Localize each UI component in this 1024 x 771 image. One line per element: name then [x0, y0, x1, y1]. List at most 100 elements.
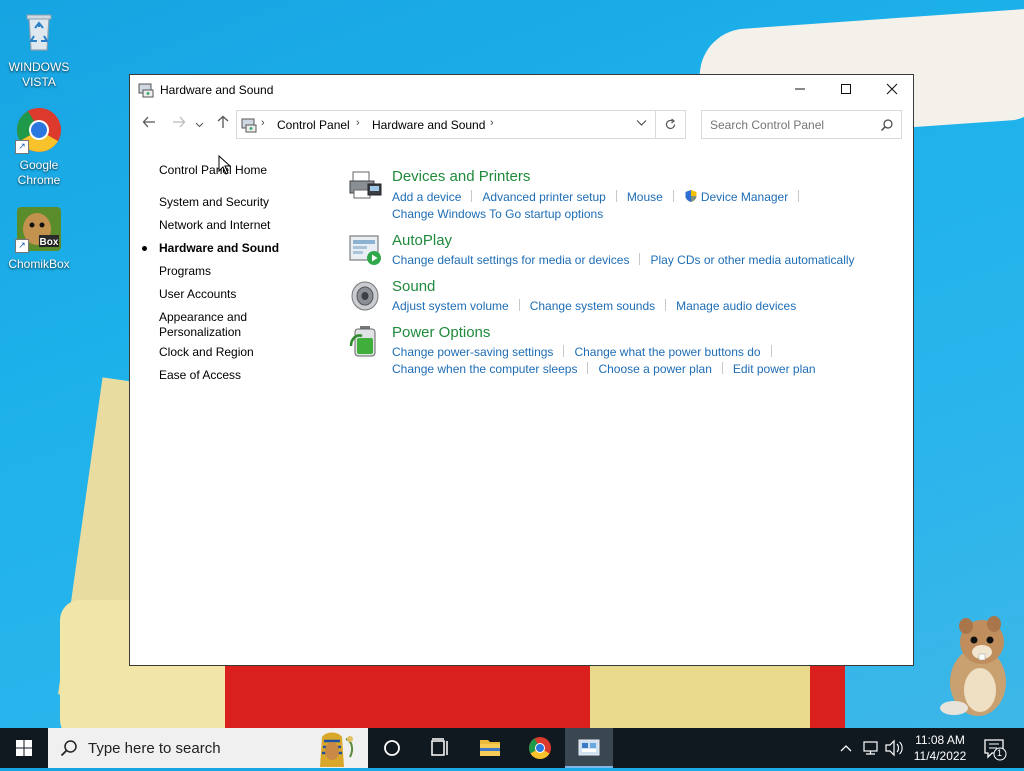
nav-item-appearance-and-personalization[interactable]: Appearance and Personalization — [159, 310, 247, 340]
navigation-bar: › Control Panel › Hardware and Sound › — [130, 109, 913, 141]
clock-date: 11/4/2022 — [913, 749, 967, 763]
chrome-taskbar-button[interactable] — [516, 728, 564, 768]
desktop-icon-label: VISTA — [22, 75, 56, 89]
cortana-icon — [384, 740, 400, 756]
hamster-mascot-image — [940, 616, 1006, 716]
desktop-icon-label: ChomikBox — [8, 257, 70, 271]
forward-arrow-icon — [173, 116, 186, 128]
folder-icon — [480, 740, 500, 756]
current-page-bullet — [142, 246, 147, 251]
choose-power-plan-link[interactable]: Choose a power plan — [598, 362, 711, 376]
minimize-icon — [795, 88, 805, 90]
mouse-link[interactable]: Mouse — [627, 190, 663, 204]
device-manager-link[interactable]: Device Manager — [701, 190, 788, 204]
search-input[interactable] — [702, 111, 880, 138]
link-separator — [665, 299, 667, 311]
up-arrow-icon — [217, 115, 229, 128]
control-panel-taskbar-button[interactable] — [565, 728, 613, 768]
nav-item-system-and-security[interactable]: System and Security — [159, 195, 269, 210]
link-separator — [518, 299, 520, 311]
chevron-down-icon — [195, 122, 203, 128]
chevron-right-icon[interactable]: › — [356, 117, 360, 129]
nav-item-hardware-and-sound[interactable]: Hardware and Sound — [142, 241, 279, 256]
refresh-button[interactable] — [655, 110, 686, 139]
chevron-right-icon[interactable]: › — [261, 117, 265, 129]
window-title: Hardware and Sound — [160, 83, 274, 97]
change-default-media-settings-link[interactable]: Change default settings for media or dev… — [392, 253, 629, 267]
recycle-bin-icon — [15, 8, 63, 56]
nav-item-label: Personalization — [159, 325, 242, 339]
taskbar-search-box[interactable]: Type here to search — [48, 728, 368, 768]
chrome-icon: ↗ — [15, 106, 63, 154]
recent-locations-button[interactable] — [192, 115, 206, 135]
windows-to-go-link[interactable]: Change Windows To Go startup options — [392, 207, 603, 221]
system-clock[interactable]: 11:08 AM 11/4/2022 — [905, 732, 975, 764]
category-title[interactable]: Devices and Printers — [392, 168, 530, 185]
chrome-icon — [529, 737, 551, 759]
link-separator — [639, 253, 641, 265]
play-cds-automatically-link[interactable]: Play CDs or other media automatically — [650, 253, 854, 267]
link-separator — [770, 345, 772, 357]
link-row: Change default settings for media or dev… — [392, 253, 855, 267]
minimize-button[interactable] — [777, 75, 823, 105]
clock-time: 11:08 AM — [915, 733, 965, 747]
nav-item-clock-and-region[interactable]: Clock and Region — [159, 345, 254, 360]
desktop-icon-google-chrome[interactable]: ↗ Google Chrome — [1, 106, 77, 188]
manage-audio-devices-link[interactable]: Manage audio devices — [676, 299, 796, 313]
volume-tray-button[interactable] — [884, 728, 904, 768]
close-icon — [886, 83, 898, 95]
search-icon[interactable] — [880, 118, 894, 132]
action-center-button[interactable]: 1 — [980, 728, 1010, 768]
nav-item-programs[interactable]: Programs — [159, 264, 211, 279]
windows-logo-icon — [16, 740, 32, 756]
nav-item-network-and-internet[interactable]: Network and Internet — [159, 218, 270, 233]
link-separator — [798, 190, 800, 202]
notification-icon — [984, 739, 1007, 761]
category-title[interactable]: Power Options — [392, 324, 490, 341]
back-arrow-icon — [142, 116, 155, 128]
close-button[interactable] — [869, 75, 915, 105]
breadcrumb-control-panel[interactable]: Control Panel — [277, 118, 350, 132]
link-separator — [615, 190, 617, 202]
search-highlight-image — [320, 732, 354, 767]
start-button[interactable] — [0, 728, 48, 768]
change-power-buttons-link[interactable]: Change what the power buttons do — [574, 345, 760, 359]
show-hidden-icons-button[interactable] — [838, 728, 854, 768]
search-control-panel-box[interactable] — [701, 110, 902, 139]
desktop-icon-recycle-bin[interactable]: WINDOWS VISTA — [1, 8, 77, 90]
title-bar[interactable]: Hardware and Sound — [130, 75, 913, 105]
task-view-button[interactable] — [416, 728, 464, 768]
control-panel-window: Hardware and Sound › Control Panel › Har… — [129, 74, 914, 666]
up-button[interactable] — [212, 115, 234, 135]
advanced-printer-setup-link[interactable]: Advanced printer setup — [482, 190, 605, 204]
maximize-button[interactable] — [823, 75, 869, 105]
add-a-device-link[interactable]: Add a device — [392, 190, 461, 204]
change-system-sounds-link[interactable]: Change system sounds — [530, 299, 655, 313]
chomikbox-icon: Box ↗ — [15, 205, 63, 253]
desktop-icon-chomikbox[interactable]: Box ↗ ChomikBox — [1, 205, 77, 272]
breadcrumb-hardware-and-sound[interactable]: Hardware and Sound — [372, 118, 485, 132]
change-power-saving-settings-link[interactable]: Change power-saving settings — [392, 345, 553, 359]
control-panel-home-link[interactable]: Control Panel Home — [159, 163, 267, 177]
adjust-system-volume-link[interactable]: Adjust system volume — [392, 299, 509, 313]
category-title[interactable]: Sound — [392, 278, 435, 295]
nav-item-ease-of-access[interactable]: Ease of Access — [159, 368, 241, 383]
file-explorer-taskbar-button[interactable] — [466, 728, 514, 768]
maximize-icon — [841, 84, 851, 94]
link-separator — [471, 190, 473, 202]
address-bar[interactable]: › Control Panel › Hardware and Sound › — [236, 110, 656, 139]
address-dropdown-button[interactable] — [636, 117, 647, 131]
link-row: Change when the computer sleeps Choose a … — [392, 362, 816, 376]
forward-button[interactable] — [168, 115, 190, 135]
category-title[interactable]: AutoPlay — [392, 232, 452, 249]
edit-power-plan-link[interactable]: Edit power plan — [733, 362, 816, 376]
change-sleep-link[interactable]: Change when the computer sleeps — [392, 362, 577, 376]
back-button[interactable] — [138, 115, 160, 135]
control-panel-icon — [241, 118, 257, 133]
speaker-icon — [351, 281, 379, 311]
network-tray-button[interactable] — [861, 728, 881, 768]
nav-item-user-accounts[interactable]: User Accounts — [159, 287, 236, 302]
cortana-button[interactable] — [368, 728, 416, 768]
autoplay-icon — [349, 235, 381, 265]
chevron-right-icon[interactable]: › — [490, 117, 494, 129]
